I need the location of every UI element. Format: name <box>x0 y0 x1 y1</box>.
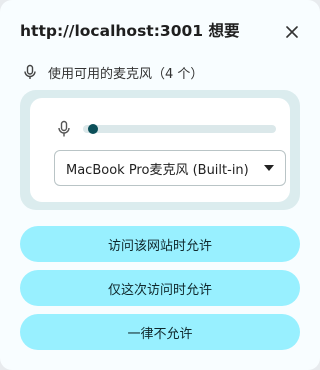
permission-dialog: http://localhost:3001 想要 使用可用的麦克风（4 个） M… <box>0 0 320 370</box>
audio-level-indicator <box>88 124 98 134</box>
allow-this-time-button[interactable]: 仅这次访问时允许 <box>20 270 300 306</box>
audio-level-meter <box>83 124 276 134</box>
close-icon <box>286 26 298 38</box>
permission-row: 使用可用的麦克风（4 个） <box>22 63 204 82</box>
microphone-select[interactable]: MacBook Pro麦克风 (Built-in) <box>54 150 286 186</box>
microphone-icon <box>58 120 70 137</box>
permission-text: 使用可用的麦克风（4 个） <box>48 66 204 82</box>
selected-microphone: MacBook Pro麦克风 (Built-in) <box>66 162 249 178</box>
dialog-title: http://localhost:3001 想要 <box>20 22 240 40</box>
chevron-down-icon <box>264 165 274 171</box>
allow-on-site-visit-button[interactable]: 访问该网站时允许 <box>20 226 300 262</box>
close-button[interactable] <box>281 21 303 43</box>
microphone-icon <box>24 64 36 79</box>
never-allow-button[interactable]: 一律不允许 <box>20 314 300 350</box>
microphone-panel-inner: MacBook Pro麦克风 (Built-in) <box>30 98 290 202</box>
microphone-panel: MacBook Pro麦克风 (Built-in) <box>20 90 300 210</box>
